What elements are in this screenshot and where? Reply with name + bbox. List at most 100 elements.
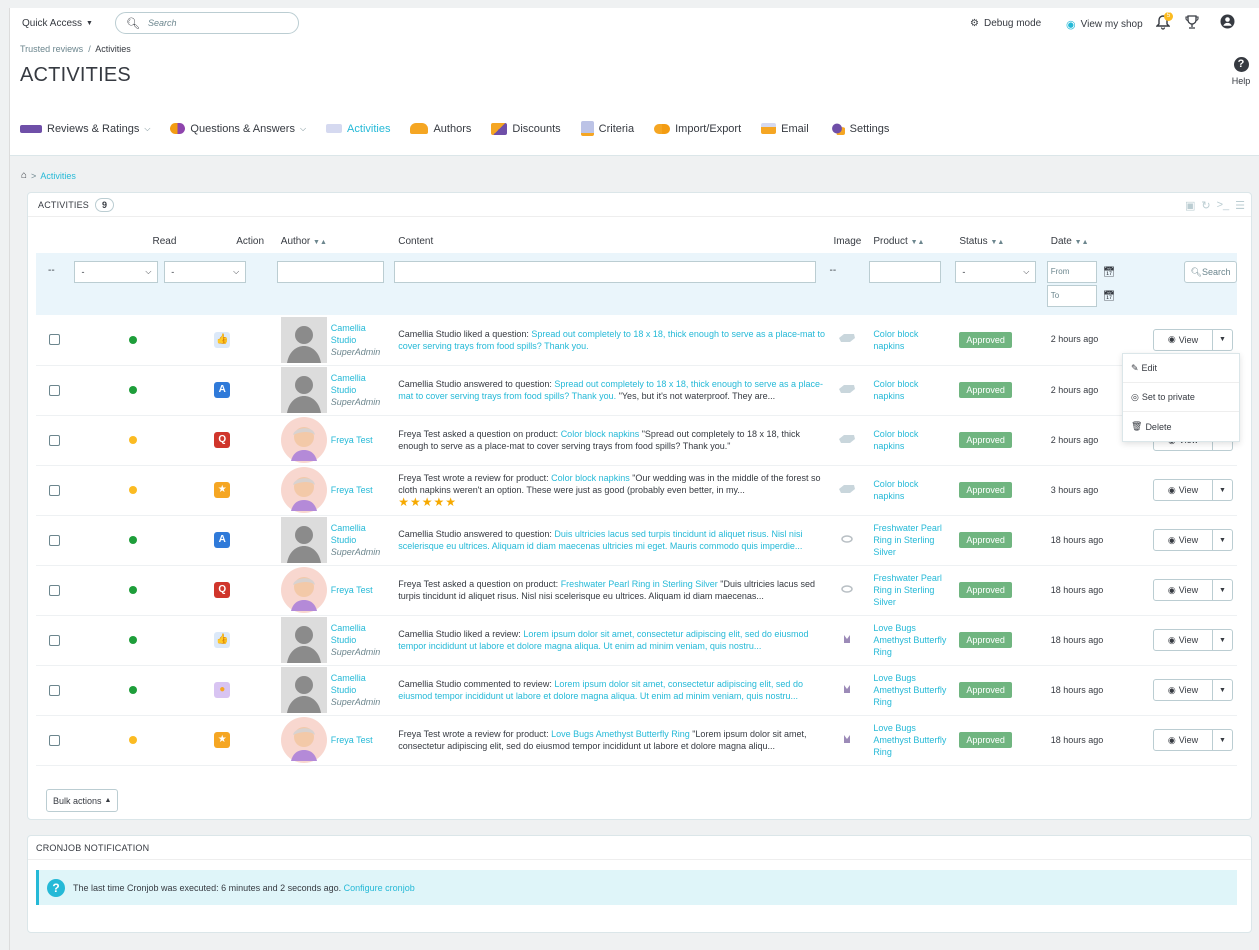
status-badge[interactable]: Approved — [959, 382, 1012, 398]
product-link[interactable]: Freshwater Pearl Ring in Sterling Silver — [873, 522, 951, 558]
action-filter-select[interactable]: - ⌵ — [164, 261, 247, 283]
tab-discounts[interactable]: Discounts — [491, 121, 561, 136]
row-checkbox[interactable] — [49, 584, 60, 596]
author-link[interactable]: Camellia Studio — [331, 372, 390, 396]
view-button[interactable]: ◉View — [1153, 529, 1213, 551]
status-filter-select[interactable]: - ⌵ — [955, 261, 1037, 283]
row-checkbox[interactable] — [49, 734, 60, 746]
row-checkbox[interactable] — [49, 334, 60, 346]
tab-import-export[interactable]: Import/Export — [654, 121, 741, 136]
status-badge[interactable]: Approved — [959, 482, 1012, 498]
tab-authors[interactable]: Authors — [410, 121, 471, 136]
column-header-product[interactable]: Product ▼▲ — [869, 229, 955, 253]
status-badge[interactable]: Approved — [959, 532, 1012, 548]
row-checkbox[interactable] — [49, 434, 60, 446]
author-link[interactable]: Freya Test — [331, 434, 373, 446]
view-button[interactable]: ◉View — [1153, 479, 1213, 501]
calendar-icon[interactable]: 📅︎ — [1103, 267, 1116, 278]
column-header-author[interactable]: Author ▼▲ — [277, 229, 394, 253]
author-link[interactable]: Camellia Studio — [331, 522, 390, 546]
column-header-date[interactable]: Date ▼▲ — [1047, 229, 1149, 253]
quick-access-menu[interactable]: Quick Access ▼ — [22, 18, 93, 29]
row-checkbox[interactable] — [49, 534, 60, 546]
breadcrumb-activities-link[interactable]: Activities — [40, 171, 76, 181]
activity-target-link[interactable]: Freshwater Pearl Ring in Sterling Silver — [561, 579, 718, 589]
row-actions-toggle[interactable]: ▼ — [1213, 579, 1233, 601]
tab-settings[interactable]: Settings — [828, 121, 889, 136]
row-actions-toggle[interactable]: ▼ — [1213, 679, 1233, 701]
status-badge[interactable]: Approved — [959, 582, 1012, 598]
row-checkbox[interactable] — [49, 634, 60, 646]
row-actions-toggle[interactable]: ▼ — [1213, 529, 1233, 551]
trophy-button[interactable] — [1185, 14, 1199, 30]
search-input[interactable]: Search — [148, 18, 177, 28]
content-filter-input[interactable] — [394, 261, 817, 283]
author-link[interactable]: Freya Test — [331, 484, 373, 496]
product-link[interactable]: Color block napkins — [873, 378, 951, 402]
tab-email[interactable]: Email — [761, 121, 809, 136]
product-filter-input[interactable] — [869, 261, 942, 283]
export-icon[interactable]: ▣ — [1185, 199, 1195, 212]
tab-reviews-ratings[interactable]: Reviews & Ratings ⌵ — [20, 121, 150, 136]
row-actions-toggle[interactable]: ▼ — [1213, 479, 1233, 501]
search-box[interactable]: 🔍︎ Search — [115, 12, 299, 34]
status-badge[interactable]: Approved — [959, 682, 1012, 698]
author-link[interactable]: Freya Test — [331, 584, 373, 596]
filter-search-button[interactable]: 🔍︎ Search — [1184, 261, 1237, 283]
row-actions-toggle[interactable]: ▼ — [1213, 729, 1233, 751]
row-checkbox[interactable] — [49, 384, 60, 396]
tab-questions-answers[interactable]: Questions & Answers ⌵ — [170, 121, 306, 136]
account-button[interactable] — [1220, 14, 1235, 29]
author-filter-input[interactable] — [276, 261, 384, 283]
notifications-button[interactable]: 5 — [1156, 12, 1173, 30]
debug-mode-link[interactable]: ⚙ Debug mode — [970, 18, 1041, 29]
refresh-icon[interactable]: ↻ — [1201, 199, 1210, 212]
dropdown-set-private[interactable]: ◎ Set to private — [1123, 383, 1239, 412]
tab-activities[interactable]: Activities — [326, 121, 390, 136]
breadcrumb-parent[interactable]: Trusted reviews — [20, 44, 83, 54]
status-badge[interactable]: Approved — [959, 732, 1012, 748]
configure-cronjob-link[interactable]: Configure cronjob — [344, 883, 415, 893]
row-checkbox[interactable] — [49, 684, 60, 696]
activity-target-link[interactable]: Color block napkins — [551, 473, 630, 483]
activity-target-link[interactable]: Love Bugs Amethyst Butterfly Ring — [551, 729, 690, 739]
row-checkbox[interactable] — [49, 484, 60, 496]
view-button[interactable]: ◉View — [1153, 328, 1213, 351]
home-icon[interactable]: ⌂ — [21, 170, 27, 181]
product-link[interactable]: Color block napkins — [873, 428, 951, 452]
help-button[interactable]: ? Help — [1226, 57, 1256, 86]
author-link[interactable]: Camellia Studio — [331, 322, 390, 346]
view-shop-link[interactable]: ◉ View my shop — [1066, 18, 1143, 31]
view-button[interactable]: ◉View — [1153, 679, 1213, 701]
author-link[interactable]: Camellia Studio — [331, 622, 390, 646]
dropdown-delete[interactable]: 🗑︎ Delete — [1123, 412, 1239, 441]
date-to-input[interactable]: To — [1046, 285, 1097, 307]
product-link[interactable]: Love Bugs Amethyst Butterfly Ring — [873, 722, 951, 758]
read-filter-select[interactable]: - ⌵ — [74, 261, 159, 283]
row-actions-toggle[interactable]: ▼ — [1213, 328, 1233, 351]
author-link[interactable]: Freya Test — [331, 734, 373, 746]
status-badge[interactable]: Approved — [959, 432, 1012, 448]
count-badge: 9 — [95, 197, 115, 212]
product-link[interactable]: Color block napkins — [873, 328, 951, 352]
product-link[interactable]: Love Bugs Amethyst Butterfly Ring — [873, 672, 951, 708]
status-badge[interactable]: Approved — [959, 632, 1012, 648]
view-button[interactable]: ◉View — [1153, 579, 1213, 601]
activity-target-link[interactable]: Color block napkins — [561, 429, 640, 439]
date-from-input[interactable]: From — [1046, 261, 1097, 283]
author-link[interactable]: Camellia Studio — [331, 672, 390, 696]
row-actions-toggle[interactable]: ▼ — [1213, 629, 1233, 651]
calendar-icon[interactable]: 📅︎ — [1103, 291, 1116, 302]
view-button[interactable]: ◉View — [1153, 629, 1213, 651]
status-badge[interactable]: Approved — [959, 331, 1012, 348]
database-icon[interactable]: ☰ — [1235, 199, 1245, 212]
product-link[interactable]: Love Bugs Amethyst Butterfly Ring — [873, 622, 951, 658]
dropdown-edit[interactable]: ✎ Edit — [1123, 354, 1239, 383]
column-header-status[interactable]: Status ▼▲ — [955, 229, 1046, 253]
product-link[interactable]: Freshwater Pearl Ring in Sterling Silver — [873, 572, 951, 608]
tab-criteria[interactable]: Criteria — [580, 121, 634, 136]
bulk-actions-button[interactable]: Bulk actions ▲ — [46, 789, 119, 812]
product-link[interactable]: Color block napkins — [873, 478, 951, 502]
view-button[interactable]: ◉View — [1153, 729, 1213, 751]
terminal-icon[interactable]: >_ — [1217, 199, 1230, 212]
